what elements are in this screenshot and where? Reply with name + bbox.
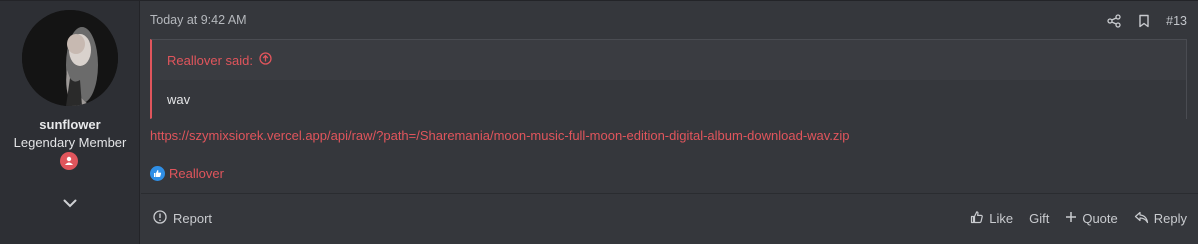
plus-icon bbox=[1065, 211, 1077, 226]
badge-person-icon bbox=[65, 156, 73, 165]
user-info-column: sunflower Legendary Member bbox=[0, 1, 140, 244]
post-body-link[interactable]: https://szymixsiorek.vercel.app/api/raw/… bbox=[150, 128, 850, 143]
user-badge-icon[interactable] bbox=[60, 152, 78, 170]
like-label: Like bbox=[989, 211, 1014, 226]
share-icon[interactable] bbox=[1106, 13, 1122, 29]
avatar[interactable] bbox=[22, 10, 118, 106]
post-top-actions: #13 bbox=[1106, 13, 1187, 29]
reactions-bar: Reallover bbox=[150, 166, 224, 181]
arrow-up-circle-icon[interactable] bbox=[259, 52, 272, 68]
post-content-column: Today at 9:42 AM #13 Reallover said: wav… bbox=[141, 1, 1198, 244]
reaction-users[interactable]: Reallover bbox=[169, 166, 224, 181]
reply-button[interactable]: Reply bbox=[1134, 211, 1187, 227]
report-button[interactable]: Report bbox=[153, 210, 212, 227]
bookmark-icon[interactable] bbox=[1136, 13, 1152, 29]
forum-post: sunflower Legendary Member Today at 9:42… bbox=[0, 0, 1198, 244]
quote-header[interactable]: Reallover said: bbox=[152, 40, 1186, 80]
footer-actions: Like Gift Quote Reply bbox=[970, 210, 1187, 227]
gift-button[interactable]: Gift bbox=[1029, 211, 1049, 226]
gift-label: Gift bbox=[1029, 211, 1050, 226]
post-date[interactable]: Today at 9:42 AM bbox=[150, 13, 247, 27]
quote-text: wav bbox=[152, 80, 1186, 119]
alert-circle-icon bbox=[153, 210, 167, 227]
reply-icon bbox=[1134, 211, 1149, 227]
post-number[interactable]: #13 bbox=[1166, 14, 1187, 28]
user-title: Legendary Member bbox=[13, 135, 127, 150]
thumbs-up-icon bbox=[970, 210, 984, 227]
quote-label: Quote bbox=[1082, 211, 1118, 226]
quote-block: Reallover said: wav bbox=[150, 39, 1187, 119]
avatar-image bbox=[22, 10, 118, 106]
reply-label: Reply bbox=[1153, 211, 1187, 226]
like-reaction-icon bbox=[150, 166, 165, 181]
like-button[interactable]: Like bbox=[970, 210, 1013, 227]
chevron-down-icon[interactable] bbox=[60, 193, 80, 213]
report-label: Report bbox=[173, 211, 213, 226]
quote-button[interactable]: Quote bbox=[1065, 211, 1118, 226]
username[interactable]: sunflower bbox=[0, 117, 140, 132]
quote-author[interactable]: Reallover said: bbox=[167, 53, 253, 68]
post-footer: Report Like Gift Quote Reply bbox=[141, 193, 1198, 244]
